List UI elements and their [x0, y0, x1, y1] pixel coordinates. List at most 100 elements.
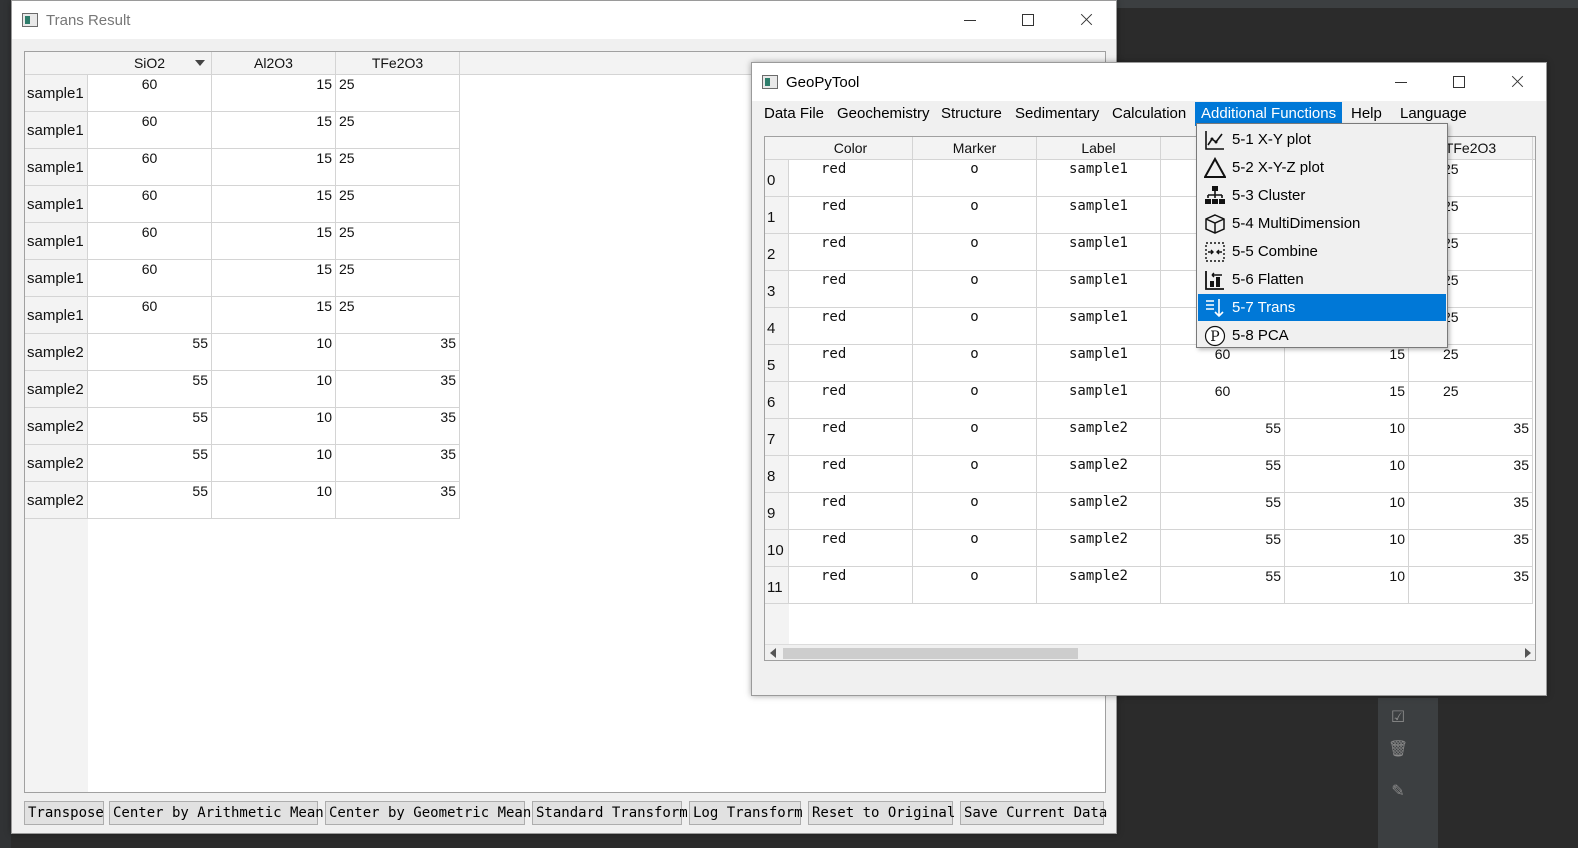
table-cell-color[interactable]: red [789, 160, 913, 197]
table-cell-v1[interactable]: 60 [1161, 382, 1285, 419]
table-cell-marker[interactable]: o [913, 308, 1037, 345]
table-cell[interactable]: 15 [212, 186, 336, 223]
checkbox-icon[interactable]: ☑ [1388, 708, 1408, 728]
table-cell[interactable]: 25 [336, 260, 460, 297]
table-cell[interactable]: 25 [336, 112, 460, 149]
table-cell-label[interactable]: sample1 [1037, 197, 1161, 234]
table-cell-label[interactable]: sample2 [1037, 567, 1161, 604]
table-cell-label[interactable]: sample1 [1037, 382, 1161, 419]
table-cell[interactable]: 15 [212, 75, 336, 112]
column-header[interactable]: TFe2O3 [336, 52, 460, 75]
table-cell[interactable]: 15 [212, 149, 336, 186]
table-cell-marker[interactable]: o [913, 234, 1037, 271]
menu-item-5-7-trans[interactable]: 5-7 Trans [1198, 294, 1446, 321]
center-by-arithmetic-mean-button[interactable]: Center by Arithmetic Mean [109, 801, 324, 825]
table-cell-label[interactable]: sample1 [1037, 345, 1161, 382]
log-transform-button[interactable]: Log Transform [689, 801, 803, 825]
table-cell[interactable]: 35 [336, 371, 460, 408]
column-header[interactable]: Marker [913, 137, 1037, 160]
table-cell-marker[interactable]: o [913, 345, 1037, 382]
table-cell[interactable]: 25 [336, 186, 460, 223]
table-cell-color[interactable]: red [789, 271, 913, 308]
menu-item-5-6-flatten[interactable]: 5-6 Flatten [1198, 266, 1446, 293]
table-cell[interactable]: 55 [88, 482, 212, 519]
table-cell[interactable]: 25 [336, 297, 460, 334]
table-cell[interactable]: 60 [88, 149, 212, 186]
table-cell-marker[interactable]: o [913, 530, 1037, 567]
table-cell-color[interactable]: red [789, 456, 913, 493]
menu-item-5-8-pca[interactable]: P 5-8 PCA [1198, 322, 1446, 349]
row-header[interactable]: 9 [765, 493, 789, 530]
maximize-button[interactable] [1436, 63, 1482, 101]
row-header[interactable]: sample2 [25, 482, 88, 519]
row-header[interactable]: sample1 [25, 297, 88, 334]
table-cell[interactable]: 55 [88, 445, 212, 482]
column-header[interactable]: SiO2 [88, 52, 212, 75]
table-cell-color[interactable]: red [789, 567, 913, 604]
table-cell-label[interactable]: sample1 [1037, 271, 1161, 308]
row-header[interactable]: sample1 [25, 112, 88, 149]
table-cell[interactable]: 35 [336, 334, 460, 371]
table-cell-color[interactable]: red [789, 234, 913, 271]
table-cell-v2[interactable]: 15 [1285, 345, 1409, 382]
column-header[interactable]: Label [1037, 137, 1161, 160]
row-header[interactable]: 1 [765, 197, 789, 234]
table-cell-label[interactable]: sample2 [1037, 493, 1161, 530]
menu-item-5-3-cluster[interactable]: 5-3 Cluster [1198, 182, 1446, 209]
save-current-data-button[interactable]: Save Current Data [960, 801, 1107, 825]
column-header[interactable]: Color [789, 137, 913, 160]
table-cell-v1[interactable]: 55 [1161, 493, 1285, 530]
table-cell-v3[interactable]: 25 [1409, 382, 1533, 419]
menu-item-5-5-combine[interactable]: 5-5 Combine [1198, 238, 1446, 265]
table-cell-v3[interactable]: 25 [1409, 345, 1533, 382]
column-header[interactable]: Al2O3 [212, 52, 336, 75]
menu-structure[interactable]: Structure [935, 102, 1008, 126]
table-cell[interactable]: 60 [88, 75, 212, 112]
table-cell-color[interactable]: red [789, 493, 913, 530]
reset-to-original-button[interactable]: Reset to Original [808, 801, 955, 825]
table-cell[interactable]: 25 [336, 149, 460, 186]
table-cell-marker[interactable]: o [913, 567, 1037, 604]
row-header[interactable]: 8 [765, 456, 789, 493]
minimize-button[interactable] [947, 1, 993, 39]
table-cell-color[interactable]: red [789, 197, 913, 234]
row-header[interactable]: sample1 [25, 223, 88, 260]
row-header[interactable]: 10 [765, 530, 789, 567]
table-cell-color[interactable]: red [789, 308, 913, 345]
table-cell-color[interactable]: red [789, 382, 913, 419]
table-cell[interactable]: 35 [336, 482, 460, 519]
wrench-icon[interactable]: ✎ [1388, 782, 1408, 802]
table-cell[interactable]: 25 [336, 223, 460, 260]
row-header[interactable]: sample1 [25, 260, 88, 297]
table-cell-label[interactable]: sample2 [1037, 530, 1161, 567]
standard-transform-button[interactable]: Standard Transform [532, 801, 688, 825]
transpose-button[interactable]: Transpose [24, 801, 104, 825]
menu-calculation[interactable]: Calculation [1106, 102, 1192, 126]
scroll-left-arrow[interactable] [770, 648, 776, 658]
table-cell-label[interactable]: sample1 [1037, 308, 1161, 345]
menu-geochemistry[interactable]: Geochemistry [831, 102, 936, 126]
table-cell-marker[interactable]: o [913, 271, 1037, 308]
table-cell[interactable]: 35 [336, 408, 460, 445]
table-cell[interactable]: 10 [212, 334, 336, 371]
center-by-geometric-mean-button[interactable]: Center by Geometric Mean [325, 801, 531, 825]
table-cell[interactable]: 25 [336, 75, 460, 112]
menu-item-5-2-x-y-z-plot[interactable]: 5-2 X-Y-Z plot [1198, 154, 1446, 181]
row-header[interactable]: sample2 [25, 445, 88, 482]
table-cell-v2[interactable]: 15 [1285, 382, 1409, 419]
table-cell[interactable]: 15 [212, 223, 336, 260]
table-cell[interactable]: 10 [212, 408, 336, 445]
table-cell-label[interactable]: sample1 [1037, 160, 1161, 197]
table-cell[interactable]: 60 [88, 186, 212, 223]
minimize-button[interactable] [1378, 63, 1424, 101]
table-cell-color[interactable]: red [789, 419, 913, 456]
table-cell-v2[interactable]: 10 [1285, 530, 1409, 567]
table-cell[interactable]: 10 [212, 482, 336, 519]
table-cell[interactable]: 60 [88, 297, 212, 334]
close-button[interactable] [1063, 1, 1109, 39]
table-cell[interactable]: 10 [212, 445, 336, 482]
table-cell[interactable]: 60 [88, 112, 212, 149]
row-header[interactable]: 11 [765, 567, 789, 604]
table-cell[interactable]: 15 [212, 112, 336, 149]
table-cell[interactable]: 55 [88, 371, 212, 408]
